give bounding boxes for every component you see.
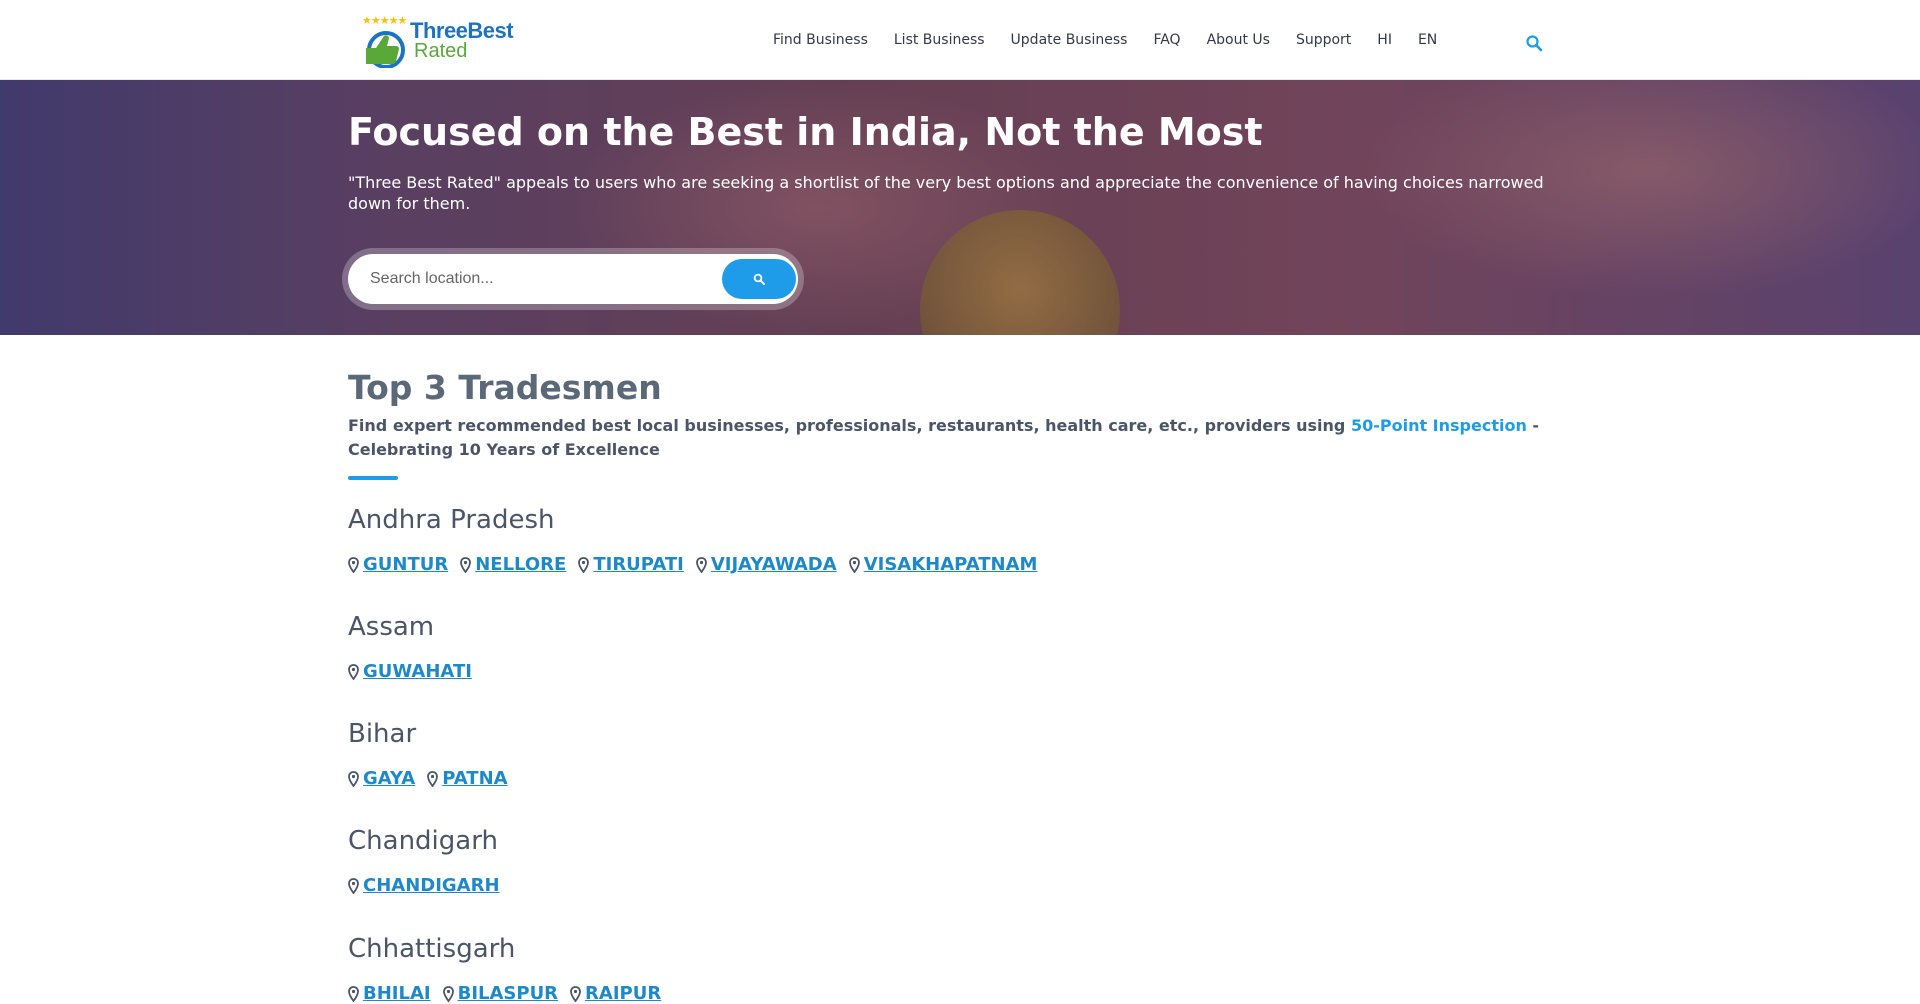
- nav-faq[interactable]: FAQ: [1153, 32, 1180, 48]
- nav-support[interactable]: Support: [1296, 32, 1351, 48]
- map-marker-icon: [578, 556, 590, 573]
- city-link[interactable]: VISAKHAPATNAM: [848, 554, 1038, 575]
- inspection-link[interactable]: 50-Point Inspection: [1351, 416, 1527, 435]
- city-name: GUNTUR: [363, 554, 449, 575]
- map-marker-icon: [695, 556, 707, 573]
- city-link[interactable]: BILASPUR: [442, 983, 559, 1004]
- location-search-input[interactable]: [370, 264, 700, 294]
- location-search: [342, 248, 804, 310]
- title-underline: [348, 476, 398, 480]
- city-link[interactable]: CHANDIGARH: [348, 875, 500, 896]
- city-link[interactable]: VIJAYAWADA: [695, 554, 837, 575]
- city-list: GAYA PATNA: [348, 768, 520, 789]
- city-link[interactable]: GUNTUR: [348, 554, 448, 575]
- page-intro-text: Find expert recommended best local busin…: [348, 416, 1351, 435]
- hero-title: Focused on the Best in India, Not the Mo…: [348, 110, 1263, 154]
- city-name: BILASPUR: [457, 983, 559, 1004]
- state-heading: Chhattisgarh: [348, 934, 516, 964]
- state-heading: Andhra Pradesh: [348, 505, 555, 535]
- city-name: VISAKHAPATNAM: [863, 554, 1038, 575]
- map-marker-icon: [427, 770, 439, 787]
- site-logo[interactable]: ★★★★★ ThreeBest Rated: [360, 14, 520, 70]
- nav-list-business[interactable]: List Business: [894, 32, 985, 48]
- city-name: TIRUPATI: [593, 554, 684, 575]
- page-title: Top 3 Tradesmen: [348, 368, 662, 407]
- city-list: CHANDIGARH: [348, 875, 512, 896]
- map-marker-icon: [442, 985, 454, 1002]
- nav-language-hi[interactable]: HI: [1377, 32, 1392, 48]
- city-link[interactable]: RAIPUR: [570, 983, 661, 1004]
- page-intro: Find expert recommended best local busin…: [348, 414, 1548, 462]
- map-marker-icon: [348, 770, 359, 787]
- city-link[interactable]: GUWAHATI: [348, 661, 472, 682]
- city-link[interactable]: NELLORE: [460, 554, 566, 575]
- city-link[interactable]: GAYA: [348, 768, 415, 789]
- search-icon[interactable]: [1525, 34, 1543, 52]
- logo-text-rated: Rated: [414, 40, 468, 62]
- city-list: BHILAI BILASPUR RAIPUR: [348, 983, 673, 1004]
- nav-update-business[interactable]: Update Business: [1011, 32, 1128, 48]
- map-marker-icon: [848, 556, 860, 573]
- search-icon: [753, 273, 765, 285]
- map-marker-icon: [348, 556, 359, 573]
- city-list: GUNTUR NELLORE TIRUPATI VIJAYAWADA VISAK…: [348, 554, 1049, 575]
- city-name: NELLORE: [475, 554, 567, 575]
- city-name: VIJAYAWADA: [710, 554, 837, 575]
- thumbs-up-icon: [366, 31, 405, 68]
- city-link[interactable]: BHILAI: [348, 983, 431, 1004]
- site-header: ★★★★★ ThreeBest Rated Find Business List…: [0, 0, 1920, 80]
- location-search-box: [348, 254, 798, 304]
- location-search-button[interactable]: [722, 259, 796, 299]
- city-name: PATNA: [442, 768, 508, 789]
- map-marker-icon: [460, 556, 472, 573]
- map-marker-icon: [570, 985, 581, 1002]
- nav-find-business[interactable]: Find Business: [773, 32, 868, 48]
- main-nav: Find Business List Business Update Busin…: [773, 0, 1463, 80]
- state-heading: Assam: [348, 612, 435, 642]
- nav-about-us[interactable]: About Us: [1207, 32, 1270, 48]
- hero-subtitle: "Three Best Rated" appeals to users who …: [348, 173, 1544, 213]
- city-name: GUWAHATI: [363, 661, 472, 682]
- city-link[interactable]: TIRUPATI: [578, 554, 684, 575]
- hero-banner: Focused on the Best in India, Not the Mo…: [0, 80, 1920, 335]
- city-name: BHILAI: [363, 983, 431, 1004]
- map-marker-icon: [348, 877, 359, 894]
- rating-stars-icon: ★★★★★: [362, 14, 407, 27]
- state-heading: Bihar: [348, 719, 417, 749]
- nav-language-en[interactable]: EN: [1418, 32, 1437, 48]
- city-name: RAIPUR: [585, 983, 662, 1004]
- city-name: GAYA: [363, 768, 416, 789]
- map-marker-icon: [348, 985, 359, 1002]
- map-marker-icon: [348, 663, 359, 680]
- city-list: GUWAHATI: [348, 661, 484, 682]
- city-link[interactable]: PATNA: [427, 768, 508, 789]
- city-name: CHANDIGARH: [363, 875, 500, 896]
- state-heading: Chandigarh: [348, 826, 498, 856]
